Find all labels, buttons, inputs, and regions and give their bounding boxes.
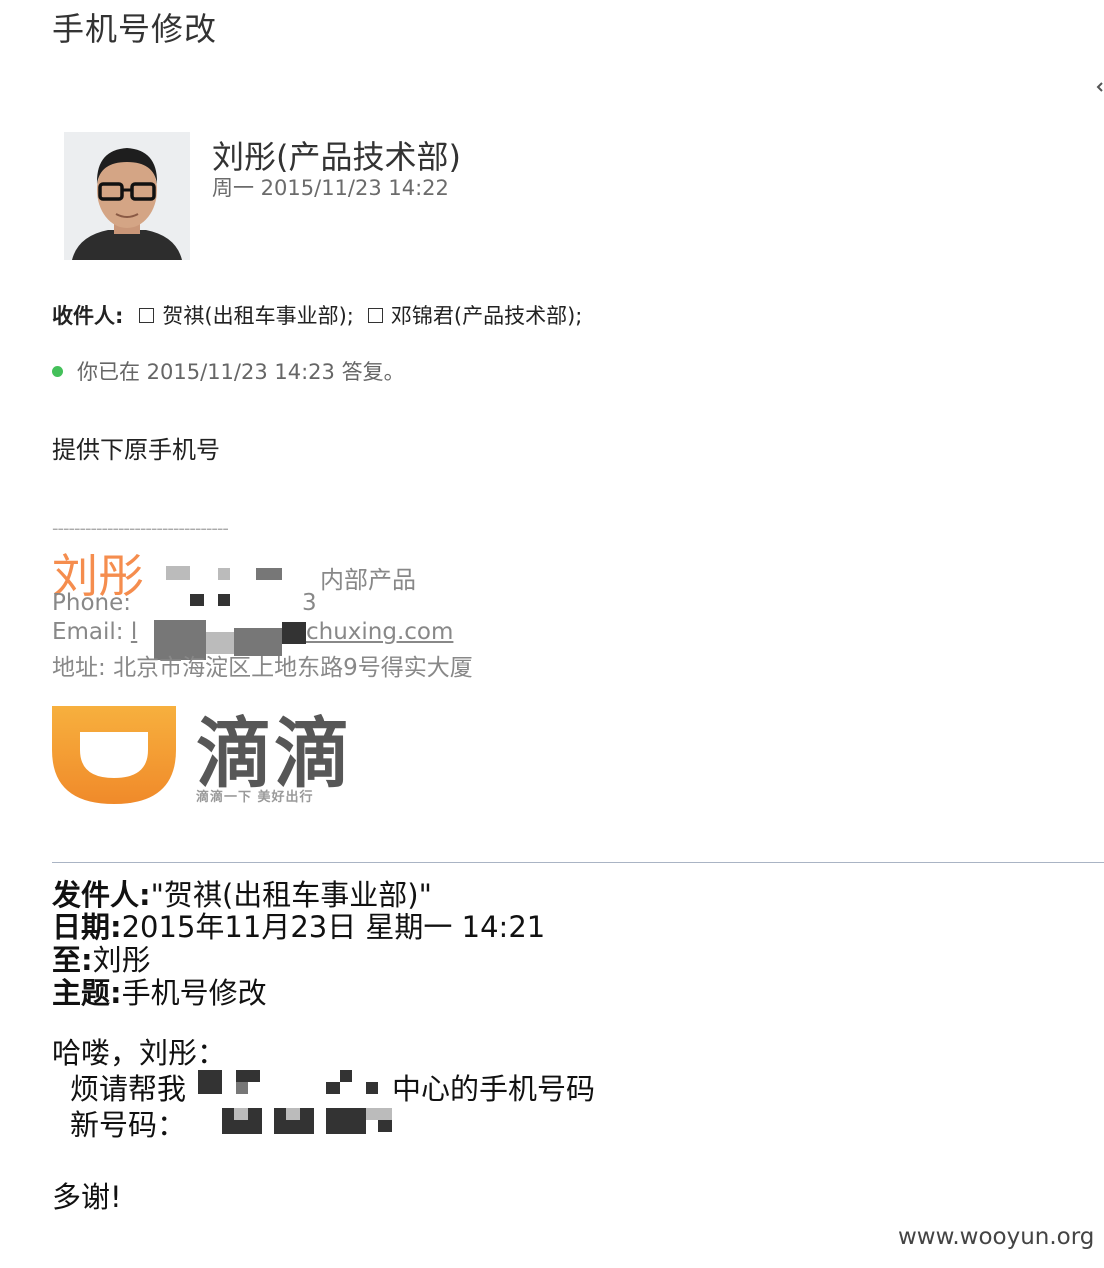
email-subject: 手机号修改 (52, 10, 218, 48)
signature-phone: Phone: (52, 590, 131, 616)
message-body: 提供下原手机号 (52, 436, 220, 464)
reply-status-text: 你已在 2015/11/23 14:23 答复。 (77, 360, 405, 384)
redaction-block (366, 1082, 378, 1094)
address-text: 北京市海淀区上地东路9号得实大厦 (113, 655, 473, 681)
checkbox-icon[interactable] (367, 307, 383, 323)
redaction-block (326, 1082, 340, 1094)
redaction-block (190, 594, 204, 606)
email-domain-link[interactable]: chuxing.com (306, 619, 453, 645)
signature-separator: -------------------------------- (52, 518, 229, 539)
sent-time: 周一 2015/11/23 14:22 (212, 176, 449, 200)
email-tail[interactable]: chuxing.com (306, 619, 453, 645)
redaction-block (218, 594, 230, 606)
phone-tail: 3 (302, 590, 317, 616)
signature-dept: 内部产品 (320, 566, 416, 594)
email-head[interactable]: l (131, 619, 137, 645)
address-label: 地址: (52, 655, 106, 681)
quoted-new-number-label: 新号码： (70, 1108, 187, 1142)
recipient-item[interactable]: 贺祺(出租车事业部); (162, 300, 353, 330)
watermark: www.wooyun.org (898, 1224, 1095, 1250)
redaction-block (366, 1108, 392, 1120)
date-value: 2015年11月23日 星期一 14:21 (121, 910, 546, 944)
redaction-block (166, 566, 190, 580)
quote-divider (52, 862, 1104, 863)
redaction-block (326, 1108, 366, 1134)
phone-label: Phone: (52, 590, 131, 616)
subject-value: 手机号修改 (121, 976, 267, 1010)
redaction-block (236, 1070, 260, 1082)
signature-email: Email: l (52, 619, 137, 645)
signature-address: 地址: 北京市海淀区上地东路9号得实大厦 (52, 648, 473, 682)
redaction-block (198, 1070, 222, 1094)
quoted-subject: 主题:手机号修改 (52, 970, 267, 1012)
sender-avatar (64, 132, 190, 260)
redaction-block (218, 568, 230, 580)
quoted-closing: 多谢! (52, 1180, 122, 1214)
redaction-block (378, 1120, 392, 1132)
checkbox-icon[interactable] (139, 307, 155, 323)
redaction-block (282, 622, 306, 644)
redaction-block (236, 1082, 248, 1094)
collapse-arrow-icon[interactable] (1096, 80, 1104, 94)
reply-status: 你已在 2015/11/23 14:23 答复。 (52, 356, 405, 386)
logo-slogan: 滴滴一下 美好出行 (196, 790, 314, 805)
redaction-block (340, 1070, 352, 1082)
redaction-block (256, 568, 282, 580)
recipients-label: 收件人: (52, 304, 124, 328)
recipient-item[interactable]: 邓锦君(产品技术部); (391, 300, 582, 330)
quoted-line1-suffix: 中心的手机号码 (392, 1072, 596, 1106)
status-dot-icon (52, 365, 63, 377)
redaction-block (286, 1108, 300, 1120)
didi-logo-icon (52, 706, 176, 804)
redaction-block (234, 1108, 248, 1120)
recipients-row: 收件人: 贺祺(出租车事业部); 邓锦君(产品技术部); (52, 300, 596, 330)
email-label: Email: (52, 619, 124, 645)
subject-label: 主题: (52, 976, 122, 1010)
